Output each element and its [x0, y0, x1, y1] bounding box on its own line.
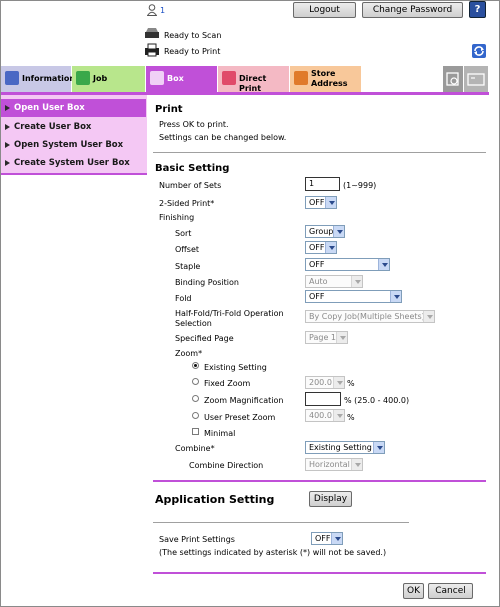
staple-label: Staple — [175, 262, 201, 271]
expand-icon[interactable] — [464, 66, 488, 92]
zoom-label: Zoom* — [175, 349, 203, 358]
print-title: Print — [155, 104, 183, 115]
box-icon — [150, 71, 164, 85]
two-sided-print-select[interactable]: OFF — [305, 196, 337, 209]
save-print-settings-select[interactable]: OFF — [311, 532, 343, 545]
offset-label: Offset — [175, 245, 200, 254]
number-of-sets-range: (1~999) — [343, 181, 377, 190]
user-preset-zoom-radio[interactable] — [192, 412, 199, 419]
minimal-label: Minimal — [204, 429, 236, 438]
zoom-magnification-range: % (25.0 - 400.0) — [344, 396, 410, 405]
section-rule — [153, 480, 486, 482]
sidebar-item-create-user-box[interactable]: Create User Box — [1, 118, 146, 136]
fold-label: Fold — [175, 294, 192, 303]
zoom-magnification-label: Zoom Magnification — [204, 396, 284, 405]
refresh-icon[interactable] — [472, 44, 486, 58]
zoom-magnification-input[interactable] — [305, 392, 341, 406]
ok-button[interactable]: OK — [403, 583, 424, 599]
sidebar-item-open-system-user-box[interactable]: Open System User Box — [1, 136, 146, 154]
chevron-down-icon — [333, 226, 344, 237]
divider — [153, 152, 486, 153]
status-print: Ready to Print — [164, 47, 221, 56]
chevron-down-icon — [351, 276, 362, 287]
scanner-icon — [144, 27, 160, 39]
chevron-down-icon — [423, 311, 434, 322]
tab-job[interactable]: Job — [72, 66, 145, 92]
half-fold-label-line2: Selection — [175, 319, 212, 328]
chevron-down-icon — [336, 332, 347, 343]
zoom-fixed-select[interactable]: 200.0 — [305, 376, 345, 389]
combine-direction-label: Combine Direction — [189, 461, 264, 470]
number-of-sets-label: Number of Sets — [159, 181, 222, 190]
binding-position-select[interactable]: Auto — [305, 275, 363, 288]
tab-store-address[interactable]: Store Address — [290, 66, 361, 92]
help-button[interactable]: ? — [469, 1, 486, 18]
user-preset-percent: % — [347, 413, 355, 422]
store-address-icon — [294, 71, 308, 85]
chevron-down-icon — [331, 533, 342, 544]
sort-select[interactable]: Group — [305, 225, 345, 238]
divider — [153, 522, 409, 523]
staple-select[interactable]: OFF — [305, 258, 390, 271]
save-print-settings-label: Save Print Settings — [159, 535, 235, 544]
combine-direction-select[interactable]: Horizontal — [305, 458, 363, 471]
direct-print-icon — [222, 71, 236, 85]
application-setting-title: Application Setting — [155, 493, 275, 506]
zoom-fixed-label: Fixed Zoom — [204, 379, 251, 388]
combine-select[interactable]: Existing Setting — [305, 441, 385, 454]
specified-page-label: Specified Page — [175, 334, 234, 343]
finishing-label: Finishing — [159, 213, 195, 222]
zoom-existing-radio[interactable] — [192, 362, 199, 369]
chevron-down-icon — [333, 410, 344, 421]
chevron-down-icon — [325, 197, 336, 208]
half-fold-label: Half-Fold/Tri-Fold Operation — [175, 309, 284, 318]
chevron-down-icon — [351, 459, 362, 470]
collapse-icon[interactable] — [443, 66, 463, 92]
tab-information[interactable]: Information — [1, 66, 75, 92]
minimal-checkbox[interactable] — [192, 428, 199, 435]
binding-position-label: Binding Position — [175, 278, 239, 287]
cancel-button[interactable]: Cancel — [428, 583, 473, 599]
display-button[interactable]: Display — [309, 491, 352, 507]
two-sided-print-label: 2-Sided Print* — [159, 199, 215, 208]
basic-setting-title: Basic Setting — [155, 163, 230, 174]
chevron-down-icon — [333, 377, 344, 388]
zoom-fixed-percent: % — [347, 379, 355, 388]
fold-select[interactable]: OFF — [305, 290, 402, 303]
print-note: Settings can be changed below. — [159, 133, 287, 142]
sidebar-item-create-system-user-box[interactable]: Create System User Box — [1, 154, 146, 172]
user-preset-zoom-label: User Preset Zoom — [204, 413, 276, 422]
number-of-sets-input[interactable]: 1 — [305, 177, 340, 191]
section-rule — [153, 572, 486, 574]
job-icon — [76, 71, 90, 85]
zoom-existing-label: Existing Setting — [204, 363, 267, 372]
chevron-down-icon — [325, 242, 336, 253]
specified-page-select[interactable]: Page 1 — [305, 331, 348, 344]
sidebar-bottom-rule — [1, 173, 147, 175]
help-icon: ? — [474, 4, 481, 15]
zoom-magnification-radio[interactable] — [192, 395, 199, 402]
sidebar-item-open-user-box[interactable]: Open User Box — [1, 99, 146, 117]
chevron-down-icon — [378, 259, 389, 270]
user-icon — [146, 4, 158, 16]
print-instruction: Press OK to print. — [159, 120, 229, 129]
information-icon — [5, 71, 19, 85]
half-fold-select[interactable]: By Copy Job(Multiple Sheets) — [305, 310, 435, 323]
chevron-down-icon — [373, 442, 384, 453]
printer-icon — [144, 43, 160, 57]
status-scan: Ready to Scan — [164, 31, 222, 40]
tab-box[interactable]: Box — [146, 66, 217, 93]
change-password-button[interactable]: Change Password — [362, 2, 463, 18]
user-count: 1 — [160, 6, 166, 15]
tab-direct-print[interactable]: Direct Print — [218, 66, 289, 93]
user-preset-zoom-select[interactable]: 400.0 — [305, 409, 345, 422]
sort-label: Sort — [175, 229, 192, 238]
save-note: (The settings indicated by asterisk (*) … — [159, 548, 387, 557]
combine-label: Combine* — [175, 444, 215, 453]
zoom-fixed-radio[interactable] — [192, 378, 199, 385]
offset-select[interactable]: OFF — [305, 241, 337, 254]
chevron-down-icon — [390, 291, 401, 302]
logout-button[interactable]: Logout — [293, 2, 356, 18]
